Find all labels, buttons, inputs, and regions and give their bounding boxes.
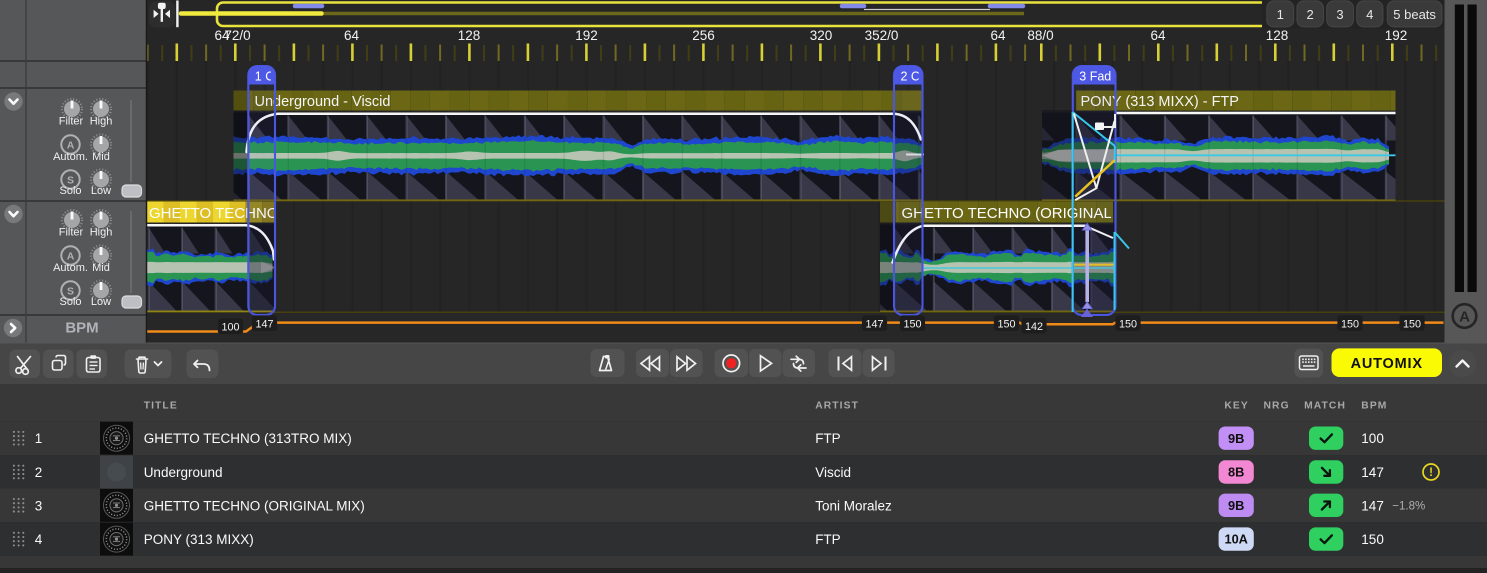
svg-text:Autom.: Autom. bbox=[53, 262, 88, 274]
svg-text:Toni Moralez: Toni Moralez bbox=[815, 498, 892, 513]
svg-text:150: 150 bbox=[1119, 318, 1137, 330]
svg-text:BPM: BPM bbox=[65, 320, 98, 337]
svg-text:128: 128 bbox=[1266, 28, 1289, 43]
svg-text:320: 320 bbox=[810, 28, 833, 43]
svg-text:Low: Low bbox=[91, 296, 111, 308]
svg-text:MATCH: MATCH bbox=[1304, 400, 1346, 411]
svg-text:A: A bbox=[67, 139, 75, 151]
svg-text:Mid: Mid bbox=[92, 151, 110, 163]
svg-text:64: 64 bbox=[990, 28, 1006, 43]
svg-text:192: 192 bbox=[1385, 28, 1408, 43]
svg-text:Solo: Solo bbox=[59, 185, 81, 197]
svg-text:9B: 9B bbox=[1228, 431, 1244, 446]
svg-text:147: 147 bbox=[1361, 465, 1384, 480]
svg-text:1: 1 bbox=[35, 431, 43, 446]
svg-text:1: 1 bbox=[1277, 7, 1284, 22]
svg-text:64: 64 bbox=[1150, 28, 1166, 43]
svg-text:FTP: FTP bbox=[815, 431, 841, 446]
svg-text:Autom.: Autom. bbox=[53, 151, 88, 163]
svg-text:GHETTO TECHNO (313TRO MIX): GHETTO TECHNO (313TRO MIX) bbox=[144, 431, 352, 446]
svg-text:Viscid: Viscid bbox=[815, 465, 851, 480]
svg-text:100: 100 bbox=[221, 322, 239, 334]
svg-text:150: 150 bbox=[1403, 318, 1421, 330]
svg-text:64: 64 bbox=[214, 28, 230, 43]
svg-text:High: High bbox=[90, 116, 113, 128]
svg-text:Low: Low bbox=[91, 185, 111, 197]
svg-text:100: 100 bbox=[1361, 431, 1384, 446]
svg-text:352/0: 352/0 bbox=[865, 28, 899, 43]
svg-text:2: 2 bbox=[1306, 7, 1313, 22]
svg-text:64: 64 bbox=[344, 28, 360, 43]
svg-text:AUTOMIX: AUTOMIX bbox=[1351, 356, 1423, 372]
svg-text:High: High bbox=[90, 227, 113, 239]
svg-text:192: 192 bbox=[575, 28, 598, 43]
svg-text:Solo: Solo bbox=[59, 296, 81, 308]
svg-text:150: 150 bbox=[997, 318, 1015, 330]
svg-text:150: 150 bbox=[903, 318, 921, 330]
svg-text:88/0: 88/0 bbox=[1027, 28, 1053, 43]
svg-text:147: 147 bbox=[255, 318, 273, 330]
svg-text:GHETTO TECHNO (ORIGINAL MIX): GHETTO TECHNO (ORIGINAL MIX) bbox=[144, 498, 365, 513]
svg-text:128: 128 bbox=[458, 28, 481, 43]
svg-text:9B: 9B bbox=[1228, 498, 1244, 513]
svg-text:256: 256 bbox=[692, 28, 715, 43]
svg-text:5 beats: 5 beats bbox=[1393, 7, 1436, 22]
svg-text:142: 142 bbox=[1025, 321, 1043, 333]
svg-text:150: 150 bbox=[1341, 318, 1359, 330]
svg-text:FTP: FTP bbox=[815, 532, 841, 547]
svg-text:3: 3 bbox=[35, 498, 43, 513]
svg-text:4: 4 bbox=[35, 532, 43, 547]
svg-text:ARTIST: ARTIST bbox=[815, 400, 859, 411]
svg-text:147: 147 bbox=[865, 318, 883, 330]
svg-text:10A: 10A bbox=[1224, 532, 1247, 547]
svg-text:Filter: Filter bbox=[59, 116, 84, 128]
svg-text:!: ! bbox=[1429, 467, 1433, 479]
svg-text:4: 4 bbox=[1366, 7, 1373, 22]
svg-text:Mid: Mid bbox=[92, 262, 110, 274]
svg-text:8B: 8B bbox=[1228, 465, 1244, 480]
svg-text:3: 3 bbox=[1336, 7, 1343, 22]
svg-text:PONY (313 MIXX): PONY (313 MIXX) bbox=[144, 532, 254, 547]
svg-text:A: A bbox=[67, 250, 75, 262]
svg-text:KEY: KEY bbox=[1224, 400, 1248, 411]
svg-text:147: 147 bbox=[1361, 498, 1384, 513]
svg-text:150: 150 bbox=[1361, 532, 1384, 547]
svg-text:TITLE: TITLE bbox=[144, 400, 178, 411]
svg-text:Filter: Filter bbox=[59, 227, 84, 239]
svg-text:−1.8%: −1.8% bbox=[1392, 500, 1425, 512]
svg-text:2: 2 bbox=[35, 465, 43, 480]
svg-text:BPM: BPM bbox=[1361, 400, 1387, 411]
svg-text:A: A bbox=[1459, 309, 1470, 326]
svg-text:NRG: NRG bbox=[1264, 400, 1290, 411]
svg-text:Underground: Underground bbox=[144, 465, 223, 480]
